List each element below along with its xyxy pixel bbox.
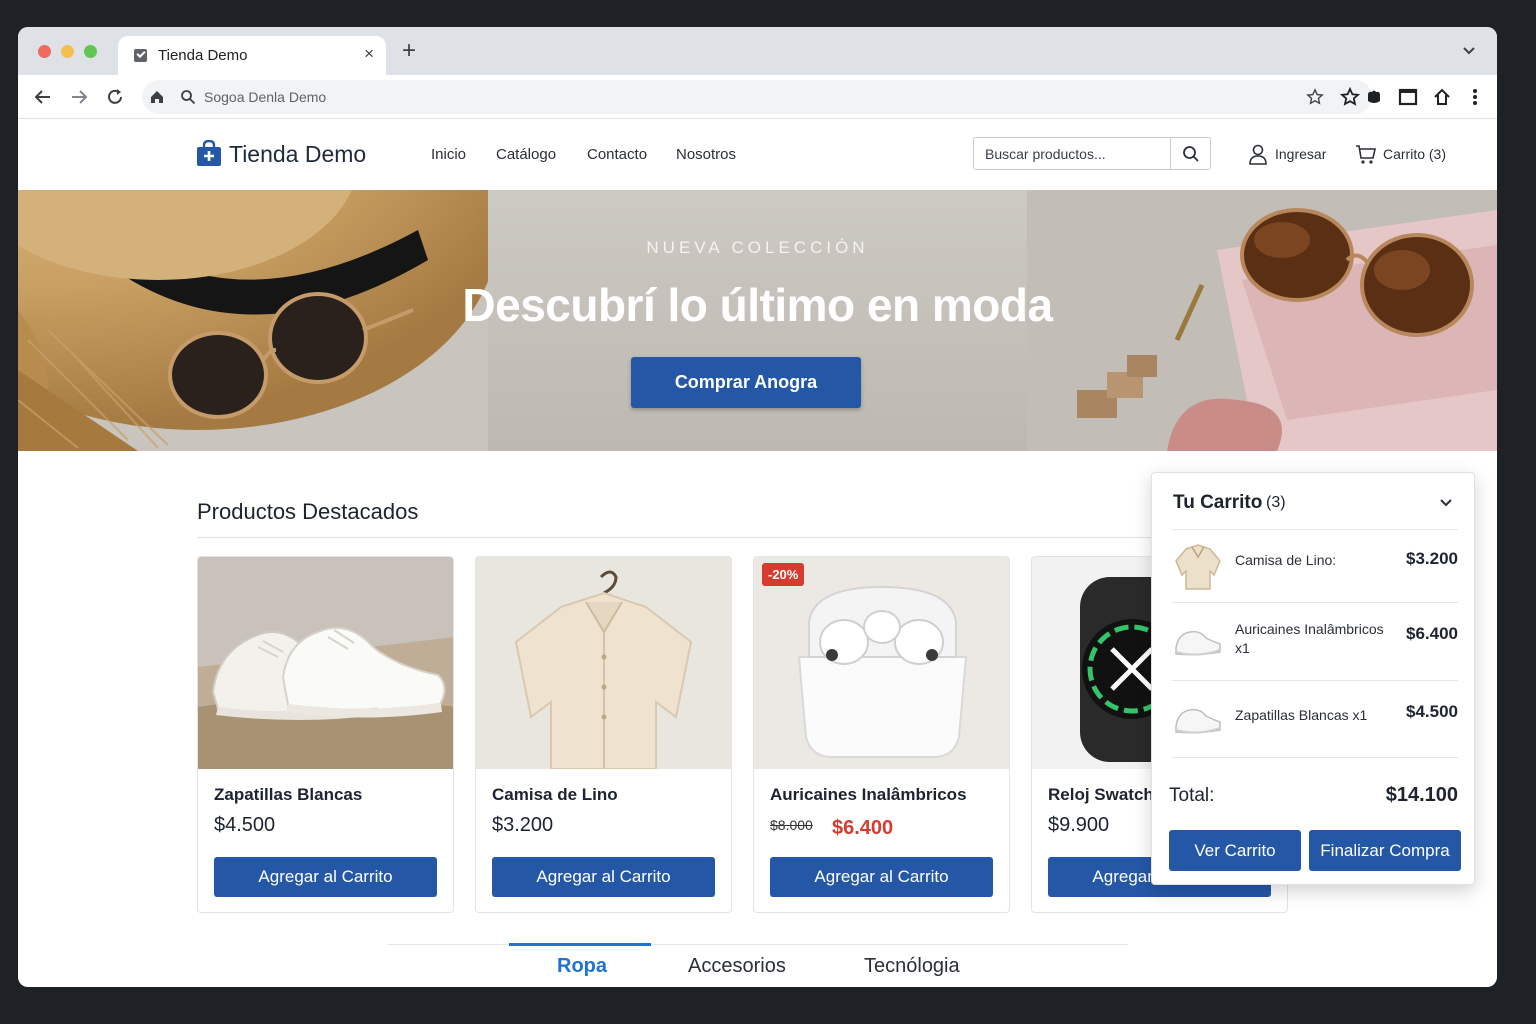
product-name[interactable]: Auricaines Inalâmbricos bbox=[770, 785, 967, 805]
cart-item-price: $4.500 bbox=[1406, 702, 1458, 721]
view-cart-button[interactable]: Ver Carrito bbox=[1169, 830, 1301, 871]
product-price: $3.200 bbox=[492, 814, 554, 836]
cart-divider bbox=[1172, 757, 1458, 758]
hero-kicker: NUEVA COLECCIÓN bbox=[646, 238, 869, 257]
checkout-button[interactable]: Finalizar Compra bbox=[1309, 830, 1461, 871]
cart-link[interactable]: Carrito (3) bbox=[1355, 143, 1451, 165]
user-icon bbox=[1249, 144, 1267, 165]
product-image-earbuds[interactable] bbox=[754, 557, 1009, 769]
extension-icon[interactable] bbox=[1363, 86, 1385, 108]
tab-list-chevron-icon[interactable] bbox=[1461, 43, 1477, 59]
cart-item[interactable]: Camisa de Lino: $3.200 bbox=[1172, 531, 1458, 603]
cart-item-price: $6.400 bbox=[1406, 624, 1458, 643]
hero-shop-now-button[interactable]: Comprar Anogra bbox=[631, 357, 861, 408]
product-sale-price: $6.400 bbox=[832, 817, 894, 839]
address-bar[interactable]: Sogoa Denla Demo bbox=[142, 80, 1372, 114]
home-icon[interactable] bbox=[148, 88, 166, 106]
cart-item-name: Auricaines Inalâmbricos x1 bbox=[1235, 621, 1384, 656]
shopping-bag-logo-icon[interactable] bbox=[196, 140, 222, 167]
login-label: Ingresar bbox=[1275, 146, 1327, 162]
cart-item[interactable]: Zapatillas Blancas x1 $4.500 bbox=[1172, 682, 1458, 754]
share-icon[interactable] bbox=[1431, 86, 1453, 108]
chevron-down-icon[interactable] bbox=[1438, 495, 1454, 511]
product-name[interactable]: Zapatillas Blancas bbox=[214, 785, 362, 805]
cart-thumb-shirt bbox=[1175, 544, 1221, 590]
tab-tecnologia[interactable]: Tecnólogia bbox=[864, 955, 960, 978]
forward-arrow-icon[interactable] bbox=[67, 85, 91, 109]
cart-count: (3) bbox=[1266, 494, 1286, 511]
product-name[interactable]: Reloj Swatch bbox=[1048, 785, 1154, 805]
product-price: $4.500 bbox=[214, 814, 276, 836]
add-to-cart-button[interactable]: Agregar al Carrito bbox=[214, 857, 437, 897]
cart-item-name: Zapatillas Blancas x1 bbox=[1235, 707, 1368, 723]
reload-icon[interactable] bbox=[103, 85, 127, 109]
new-tab-button[interactable]: + bbox=[402, 39, 416, 63]
category-tabs-divider bbox=[388, 944, 1128, 945]
nav-contacto[interactable]: Contacto bbox=[587, 146, 647, 163]
product-old-price: $8.000 bbox=[770, 817, 813, 833]
product-card: Zapatillas Blancas $4.500 Agregar al Car… bbox=[197, 556, 454, 913]
tab-strip: Tienda Demo × + bbox=[18, 27, 1497, 75]
cart-total-label: Total: bbox=[1169, 785, 1215, 806]
cart-item-price: $3.200 bbox=[1406, 549, 1458, 568]
browser-tab[interactable]: Tienda Demo × bbox=[118, 36, 386, 75]
product-price: $9.900 bbox=[1048, 814, 1110, 836]
active-tab-indicator bbox=[509, 943, 651, 946]
section-title: Productos Destacados bbox=[197, 499, 419, 524]
product-name[interactable]: Camisa de Lino bbox=[492, 785, 618, 805]
favorites-star-icon[interactable] bbox=[1340, 87, 1360, 107]
login-link[interactable]: Ingresar bbox=[1248, 143, 1330, 165]
search-icon bbox=[1183, 146, 1199, 162]
cart-title: Tu Carrito bbox=[1173, 492, 1263, 513]
discount-badge: -20% bbox=[762, 563, 805, 586]
nav-nosotros[interactable]: Nosotros bbox=[676, 146, 736, 163]
product-search bbox=[973, 137, 1211, 170]
product-image-linen-shirt[interactable] bbox=[476, 557, 731, 769]
browser-window: Tienda Demo × + Sogoa Denla Demo Tienda … bbox=[18, 27, 1497, 987]
back-arrow-icon[interactable] bbox=[31, 85, 55, 109]
site-header: Tienda Demo Inicio Catálogo Contacto Nos… bbox=[18, 119, 1497, 190]
nav-inicio[interactable]: Inicio bbox=[431, 146, 466, 163]
add-to-cart-button[interactable]: Agregar al Carrito bbox=[492, 857, 715, 897]
address-search-icon bbox=[181, 90, 196, 105]
cart-icon bbox=[1356, 145, 1376, 164]
close-window-button[interactable] bbox=[38, 45, 51, 58]
maximize-window-button[interactable] bbox=[84, 45, 97, 58]
minimize-window-button[interactable] bbox=[61, 45, 74, 58]
cart-divider bbox=[1172, 680, 1458, 681]
browser-toolbar: Sogoa Denla Demo bbox=[18, 75, 1497, 119]
cart-thumb-earbuds bbox=[1175, 630, 1221, 656]
cart-total-value: $14.100 bbox=[1385, 784, 1458, 806]
product-card: Camisa de Lino $3.200 Agregar al Carrito bbox=[475, 556, 732, 913]
hero-title: Descubrí lo último en moda bbox=[462, 279, 1053, 331]
cart-dropdown: Tu Carrito (3) Camisa de Lino: $3.200 Au… bbox=[1151, 472, 1475, 885]
cart-thumb-sneakers bbox=[1175, 708, 1221, 734]
bookmark-star-icon[interactable] bbox=[1306, 88, 1324, 106]
tab-close-icon[interactable]: × bbox=[364, 45, 374, 63]
product-image-sneakers[interactable] bbox=[198, 557, 453, 769]
product-search-input[interactable] bbox=[974, 138, 1170, 169]
tab-title: Tienda Demo bbox=[158, 47, 248, 64]
section-divider bbox=[197, 537, 1289, 538]
add-to-cart-button[interactable]: Agregar al Carrito bbox=[770, 857, 993, 897]
split-view-icon[interactable] bbox=[1397, 86, 1419, 108]
product-card: -20% Auricaines Inalâmbricos $8.000 $6.4… bbox=[753, 556, 1010, 913]
cart-divider bbox=[1172, 529, 1458, 530]
site-logo-text[interactable]: Tienda Demo bbox=[229, 141, 366, 168]
cart-item-name: Camisa de Lino: bbox=[1235, 552, 1337, 568]
cart-item[interactable]: Auricaines Inalâmbricos x1 $6.400 bbox=[1172, 604, 1458, 676]
nav-catalogo[interactable]: Catálogo bbox=[496, 146, 556, 163]
favicon-icon bbox=[134, 49, 147, 62]
more-options-icon[interactable] bbox=[1464, 86, 1486, 108]
address-text: Sogoa Denla Demo bbox=[204, 89, 327, 105]
tab-ropa[interactable]: Ropa bbox=[557, 955, 607, 978]
search-button[interactable] bbox=[1170, 138, 1210, 169]
cart-divider bbox=[1172, 602, 1458, 603]
hero-banner: NUEVA COLECCIÓN Descubrí lo último en mo… bbox=[18, 190, 1497, 451]
tab-accesorios[interactable]: Accesorios bbox=[688, 955, 786, 978]
cart-label: Carrito (3) bbox=[1383, 146, 1447, 162]
